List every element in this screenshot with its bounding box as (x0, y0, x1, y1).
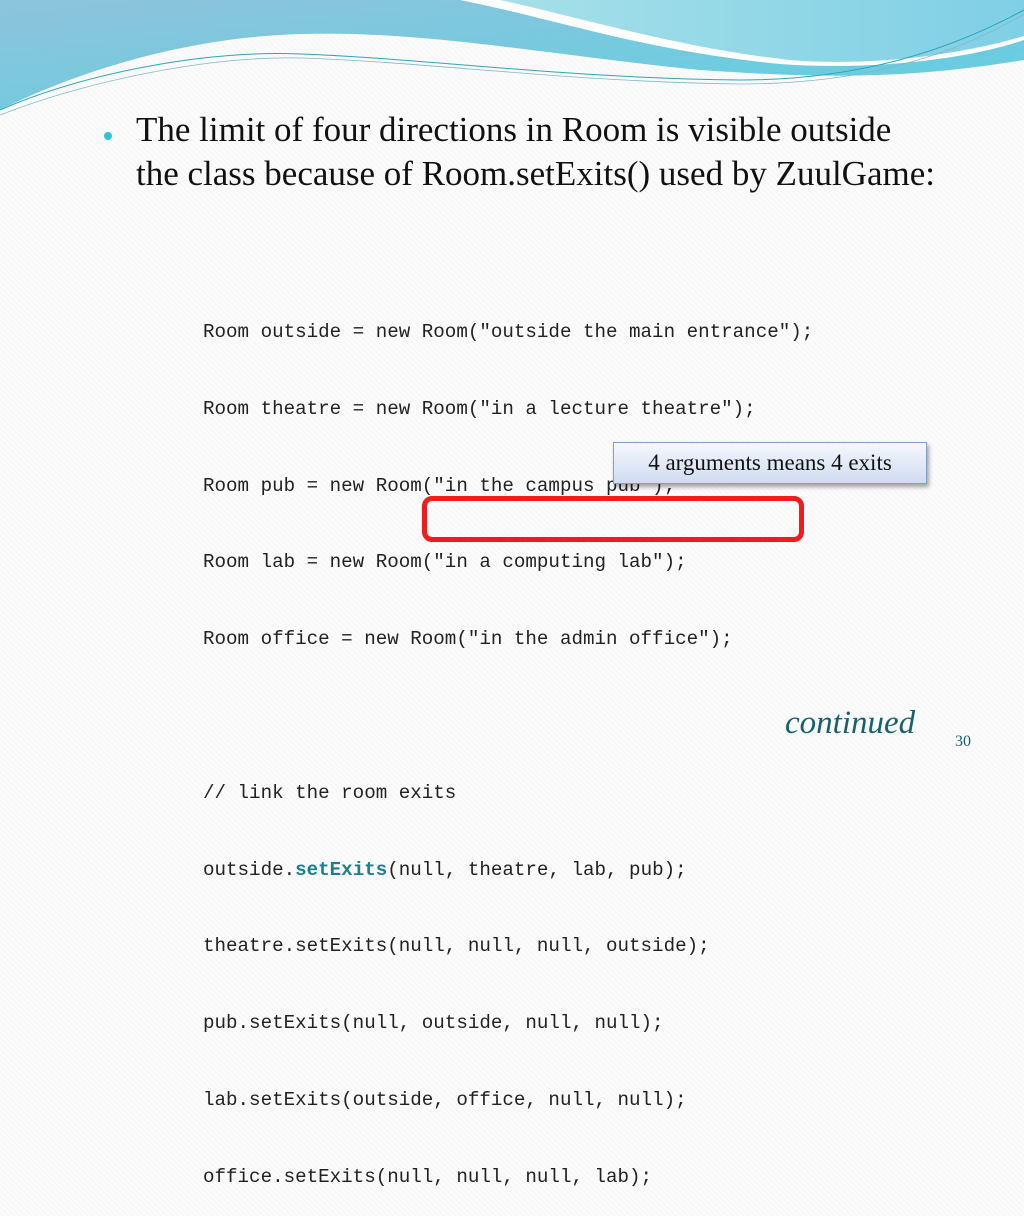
highlight-box (422, 496, 804, 542)
code-line: Room lab = new Room("in a computing lab"… (203, 551, 687, 574)
code-comment: // link the room exits (203, 781, 457, 804)
code-line: office.setExits(null, null, null, lab); (203, 1165, 653, 1188)
code-line: theatre.setExits(null, null, null, outsi… (203, 935, 710, 958)
callout-box: 4 arguments means 4 exits (613, 442, 927, 484)
bullet-point: The limit of four directions in Room is … (104, 108, 984, 196)
bullet-text: The limit of four directions in Room is … (136, 110, 935, 193)
code-line: lab.setExits(outside, office, null, null… (203, 1088, 687, 1111)
code-suffix: (null, theatre, lab, pub); (387, 858, 687, 881)
code-line: Room office = new Room("in the admin off… (203, 628, 733, 651)
code-line: Room outside = new Room("outside the mai… (203, 321, 814, 343)
continued-label: continued (785, 705, 916, 741)
code-line-highlighted: outside.setExits(null, theatre, lab, pub… (203, 854, 813, 887)
page-number: 30 (955, 733, 971, 750)
code-block: Room outside = new Room("outside the mai… (203, 272, 813, 1216)
code-line: Room theatre = new Room("in a lecture th… (203, 397, 756, 420)
bullet-icon (104, 132, 112, 140)
code-line: pub.setExits(null, outside, null, null); (203, 1012, 664, 1035)
callout-text: 4 arguments means 4 exits (648, 450, 892, 475)
code-prefix: outside. (203, 858, 296, 881)
code-keyword: setExits (295, 858, 388, 881)
